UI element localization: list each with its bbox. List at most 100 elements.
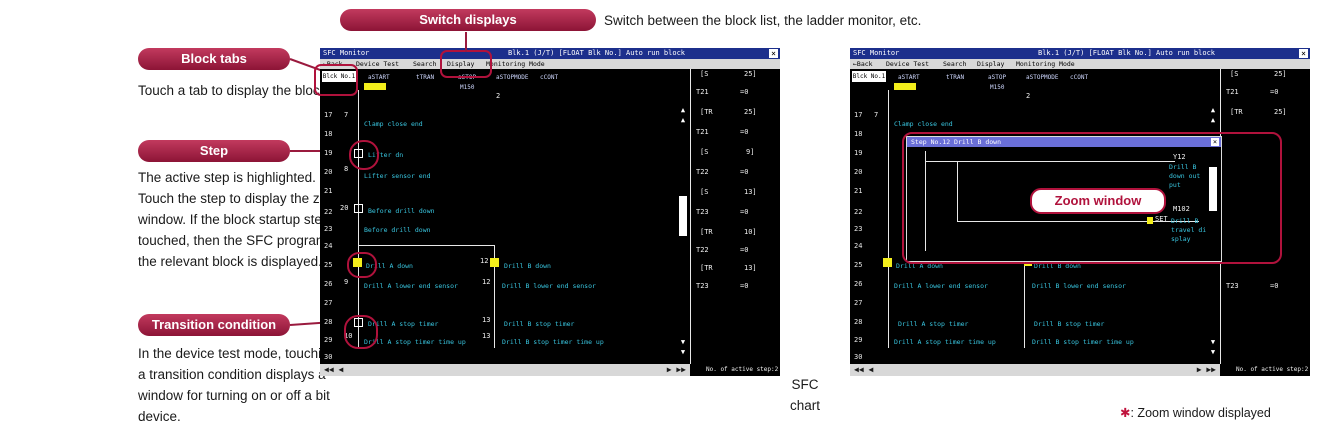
col-header-stopmode: aSTOPMODE: [1026, 74, 1059, 81]
monitor-device: T23: [696, 208, 709, 216]
display-button[interactable]: Display: [977, 59, 1004, 69]
step-number: 20: [340, 204, 349, 212]
scroll-up-icon[interactable]: ▲: [679, 106, 687, 114]
row-number: 24: [324, 242, 333, 250]
col-header-tran: tTRAN: [416, 74, 435, 81]
step-highlight-ring: [349, 140, 379, 170]
display-menu-highlight-ring: [440, 50, 492, 78]
switch-displays-leader: [465, 32, 467, 52]
divergence-line: [358, 245, 494, 246]
monitor-value: 25]: [744, 108, 757, 116]
search-button[interactable]: Search: [943, 59, 966, 69]
row-number: 17: [854, 111, 863, 119]
transition-comment[interactable]: Drill A stop timer: [898, 320, 968, 328]
switch-displays-text: Switch between the block list, the ladde…: [604, 13, 922, 28]
monitoring-mode-button[interactable]: Monitoring Mode: [1016, 59, 1075, 69]
switch-displays-label: Switch displays: [340, 9, 596, 31]
block-tab[interactable]: Blck No.1: [852, 71, 886, 82]
close-icon[interactable]: ×: [1299, 49, 1308, 58]
device-test-button[interactable]: Device Test: [356, 59, 399, 69]
step-comment: Drill B lower end sensor: [502, 282, 596, 290]
scroll-right-icon[interactable]: ▶ ▶▶: [667, 364, 686, 376]
scroll-up-icon[interactable]: ▲: [1209, 116, 1217, 124]
step-text-line: The active step is highlighted.: [138, 170, 316, 185]
scroll-right-icon[interactable]: ▶ ▶▶: [1197, 364, 1216, 376]
scroll-up-icon[interactable]: ▲: [1209, 106, 1217, 114]
scroll-down-icon[interactable]: ▼: [1209, 338, 1217, 346]
window-title-info: Blk.1 (J/T) [FLOAT Blk No.] Auto run blo…: [1038, 49, 1216, 57]
row-number: 26: [854, 280, 863, 288]
row-number: 26: [324, 280, 333, 288]
start-step-highlight[interactable]: [364, 83, 386, 90]
panel-divider: [690, 69, 691, 364]
step-comment: Lifter sensor end: [364, 172, 431, 180]
row-number: 25: [854, 261, 863, 269]
monitor-value: 25]: [1274, 108, 1287, 116]
transition-text-line: window for turning on or off a bit: [138, 388, 330, 403]
step-comment: Drill A lower end sensor: [894, 282, 988, 290]
horizontal-scrollbar[interactable]: ◀◀ ◀ ▶ ▶▶: [850, 364, 1220, 376]
transition-text-line: a transition condition displays a: [138, 367, 326, 382]
scroll-down-icon[interactable]: ▼: [1209, 348, 1217, 356]
monitor-device: T22: [696, 168, 709, 176]
monitor-device: [S: [700, 70, 709, 78]
window-title: SFC Monitor: [853, 49, 900, 57]
step-comment: Drill B stop timer time up: [1032, 338, 1134, 346]
flow-line: [358, 90, 359, 348]
step-number: 7: [874, 111, 879, 119]
transition-text-line: In the device test mode, touching: [138, 346, 337, 361]
monitor-device: [TR: [700, 264, 713, 272]
transition-comment[interactable]: Drill A stop timer: [368, 320, 438, 328]
back-button[interactable]: ←Back: [853, 59, 873, 69]
search-button[interactable]: Search: [413, 59, 436, 69]
row-number: 19: [324, 149, 333, 157]
monitor-value: 13]: [744, 264, 757, 272]
window-titlebar: SFC Monitor Blk.1 (J/T) [FLOAT Blk No.] …: [850, 48, 1310, 59]
scroll-left-icon[interactable]: ◀◀ ◀: [854, 364, 873, 376]
scroll-up-icon[interactable]: ▲: [679, 116, 687, 124]
flow-line-b: [1024, 253, 1025, 348]
monitor-value: =0: [740, 168, 749, 176]
block-tabs-label: Block tabs: [138, 48, 290, 70]
monitor-device: T21: [696, 128, 709, 136]
zoom-note: ✱: Zoom window displayed: [1120, 403, 1271, 424]
step-comment: Drill B stop timer time up: [502, 338, 604, 346]
active-step-count: No. of active step:2: [1236, 366, 1309, 373]
sfc-caption-line: chart: [790, 398, 821, 413]
monitor-device: [TR: [700, 108, 713, 116]
col-header-start: aSTART: [898, 74, 920, 81]
step-comment: Drill A lower end sensor: [364, 282, 458, 290]
step-comment: Clamp close end: [894, 120, 953, 128]
step-22-box[interactable]: [354, 204, 363, 213]
scroll-down-icon[interactable]: ▼: [679, 338, 687, 346]
monitor-device: T22: [696, 246, 709, 254]
scroll-left-icon[interactable]: ◀◀ ◀: [324, 364, 343, 376]
step-comment: Before drill down: [368, 207, 435, 215]
step-number: 12: [480, 257, 489, 265]
start-step-highlight[interactable]: [894, 83, 916, 90]
monitor-device: T21: [696, 88, 709, 96]
monitor-value: =0: [1270, 282, 1279, 290]
horizontal-scrollbar[interactable]: ◀◀ ◀ ▶ ▶▶: [320, 364, 690, 376]
step-comment: Drill B lower end sensor: [1032, 282, 1126, 290]
active-step-b[interactable]: [490, 258, 499, 267]
step-text-line: window. If the block startup step is: [138, 212, 343, 227]
transition-comment[interactable]: Drill A stop timer time up: [364, 338, 466, 346]
device-test-button[interactable]: Device Test: [886, 59, 929, 69]
monitor-value: =0: [740, 208, 749, 216]
transition-comment[interactable]: Drill A stop timer time up: [894, 338, 996, 346]
step-number: 9: [344, 278, 349, 286]
monitor-device: T21: [1226, 88, 1239, 96]
scroll-down-icon[interactable]: ▼: [679, 348, 687, 356]
step-text: The active step is highlighted. Touch th…: [138, 167, 346, 272]
vertical-scrollbar[interactable]: [679, 196, 687, 236]
close-icon[interactable]: ×: [769, 49, 778, 58]
active-step-highlight-ring: [347, 252, 377, 278]
active-step-a[interactable]: [883, 258, 892, 267]
monitor-device: [S: [700, 188, 709, 196]
step-text-line: touched, then the SFC program of: [138, 233, 343, 248]
row-number: 22: [854, 208, 863, 216]
row-number: 24: [854, 242, 863, 250]
monitoring-mode-button[interactable]: Monitoring Mode: [486, 59, 545, 69]
transition-text-line: device.: [138, 409, 181, 424]
